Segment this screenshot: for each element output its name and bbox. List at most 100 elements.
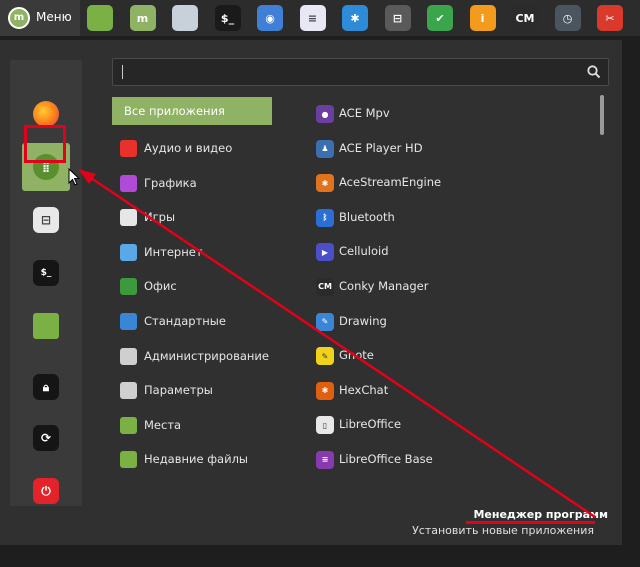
favorite-files[interactable] [22,302,70,350]
conky-icon: CM [316,277,334,296]
lock-icon: 🔒︎ [33,374,59,400]
app-item[interactable]: CM Conky Manager [308,270,593,305]
favorite-system-settings[interactable]: ⊟ [22,196,70,244]
app-item[interactable]: ♟ ACE Player HD [308,132,593,167]
system-settings-icon: ⊟ [33,207,59,233]
category-item[interactable]: Администрирование [112,339,272,374]
category-label: Игры [144,210,176,225]
shutdown-button[interactable]: ⏻ [22,467,70,515]
app-label: LibreOffice Base [339,451,433,466]
drawing-icon: ✎ [316,312,334,331]
taskbar-launcher[interactable]: ✔ [427,5,453,31]
taskbar-launcher[interactable]: CM [512,5,538,31]
category-label: Офис [144,279,177,294]
category-item[interactable]: Офис [112,269,272,304]
app-item[interactable]: ▶ Celluloid [308,235,593,270]
terminal-icon: $_ [33,260,59,286]
taskbar-launcher[interactable]: $_ [214,5,241,31]
acestream-icon: ✱ [342,5,368,31]
firefox-icon [33,101,59,127]
category-item[interactable]: Стандартные [112,304,272,339]
administration-icon [120,347,137,365]
category-item[interactable]: Параметры [112,373,272,408]
app-label: LibreOffice [339,417,402,432]
conky-manager-icon: CM [512,5,538,31]
taskbar-launcher[interactable]: m [129,5,156,31]
games-icon [120,209,137,227]
app-label: Bluetooth [339,209,395,224]
app-item[interactable]: ✱ AceStreamEngine [308,166,593,201]
taskbar-launcher[interactable] [87,5,113,31]
mintinstall-icon: m [129,5,156,31]
app-label: Gnote [339,348,374,363]
ace-mpv-icon: ● [316,105,334,123]
app-item[interactable]: ✱ HexChat [308,374,593,409]
category-label: Места [144,417,182,432]
taskbar-launcher[interactable]: ✱ [342,5,368,31]
camera-icon: ◉ [257,5,283,31]
xplayer-icon [172,5,198,31]
lock-screen-button[interactable]: 🔒︎ [22,363,70,411]
mint-logo-icon: m [8,7,30,29]
power-icon: ⏻ [33,478,59,504]
multimedia-icon [120,140,137,157]
category-item[interactable]: Все приложения [112,97,272,125]
libreoffice-icon: ▯ [316,416,334,435]
taskbar-launcher[interactable]: ◉ [257,5,283,31]
highlight-box [24,125,66,163]
timeshift-icon: ◷ [554,5,581,31]
app-item[interactable]: ≡ LibreOffice Base [308,443,593,478]
app-label: ACE Mpv [339,106,390,120]
search-box[interactable] [112,58,609,86]
category-item[interactable]: Интернет [112,235,272,270]
category-item[interactable]: Недавние файлы [112,442,272,477]
category-label: Администрирование [144,348,269,363]
logout-icon: ⟳ [33,425,59,451]
office-icon [120,278,137,296]
celluloid-icon: ▶ [316,243,334,262]
app-label: AceStreamEngine [339,175,442,190]
category-label: Интернет [144,244,203,259]
folder-icon [120,416,137,434]
taskbar-launcher[interactable]: ◷ [554,5,581,31]
folder-icon [33,313,59,339]
category-label: Недавние файлы [144,452,249,467]
app-label: Conky Manager [339,278,429,293]
text-editor-icon: ≡ [299,5,326,31]
app-item[interactable]: ▯ LibreOffice [308,408,593,443]
app-item[interactable]: ✎ Gnote [308,339,593,374]
favorite-terminal[interactable]: $_ [22,249,70,297]
category-label: Графика [144,175,197,190]
bluetooth-icon: ᛒ [316,208,334,227]
internet-icon [120,243,137,261]
application-list: ● ACE Mpv ♟ ACE Player HD ✱ AceStreamEngine ᛒ B… [308,97,593,478]
preferences-icon [120,382,137,400]
graphics-icon [120,174,137,192]
taskbar-launcher[interactable]: i [469,5,496,31]
logout-button[interactable]: ⟳ [22,414,70,462]
taskbar-launcher[interactable]: ≡ [299,5,326,31]
category-item[interactable]: Графика [112,166,272,201]
category-item[interactable]: Игры [112,200,272,235]
app-item[interactable]: ✎ Drawing [308,305,593,340]
taskbar-launcher[interactable]: ✂ [597,5,623,31]
taskbar-launcher[interactable] [172,5,198,31]
search-input[interactable] [121,63,585,83]
terminal-icon: $_ [214,5,241,31]
scrollbar[interactable] [600,95,604,135]
category-label: Аудио и видео [144,141,233,155]
hexchat-icon: ✱ [316,381,334,400]
recent-icon [120,451,137,469]
category-list: Все приложения Аудио и видео Графика Игры Ин… [112,97,272,477]
category-item[interactable]: Аудио и видео [112,131,272,166]
stacer-icon: ✂ [597,5,623,31]
app-item[interactable]: ● ACE Mpv [308,97,593,132]
gnote-icon: ✎ [316,347,334,366]
app-label: Drawing [339,313,387,328]
files-icon [87,5,113,31]
app-item[interactable]: ᛒ Bluetooth [308,201,593,236]
menu-button[interactable]: m Меню [0,0,80,36]
footer-app-title: Менеджер программ [473,508,608,521]
category-item[interactable]: Места [112,408,272,443]
taskbar-launcher[interactable]: ⊟ [384,5,411,31]
